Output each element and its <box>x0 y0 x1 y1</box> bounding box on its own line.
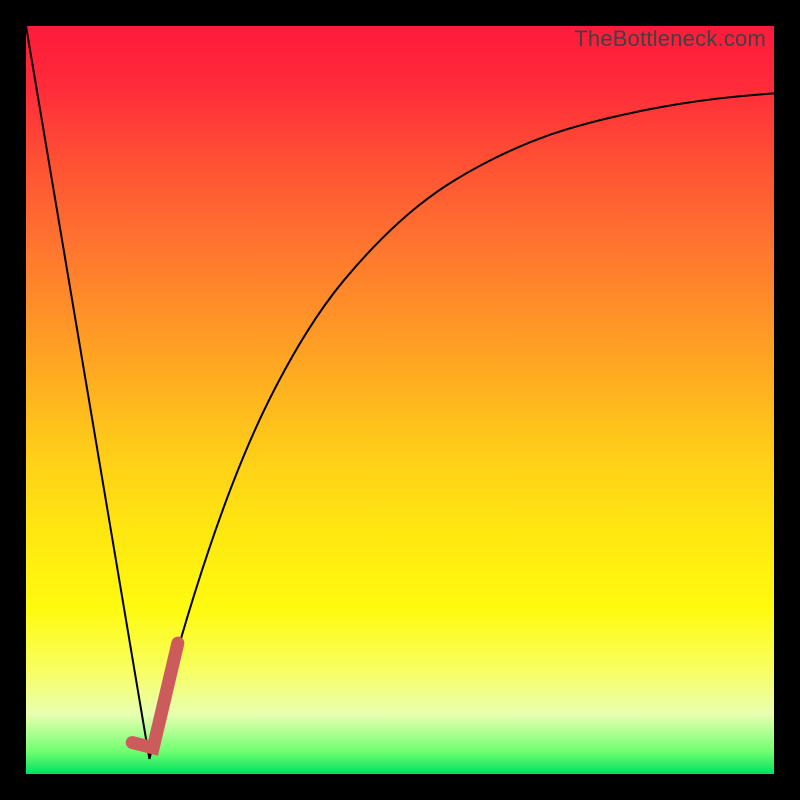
chart-frame: TheBottleneck.com <box>0 0 800 800</box>
watermark-text: TheBottleneck.com <box>574 26 766 52</box>
right-rising-curve <box>149 93 774 759</box>
plot-area: TheBottleneck.com <box>26 26 774 774</box>
curve-overlay <box>26 26 774 774</box>
left-falling-line <box>26 26 149 759</box>
